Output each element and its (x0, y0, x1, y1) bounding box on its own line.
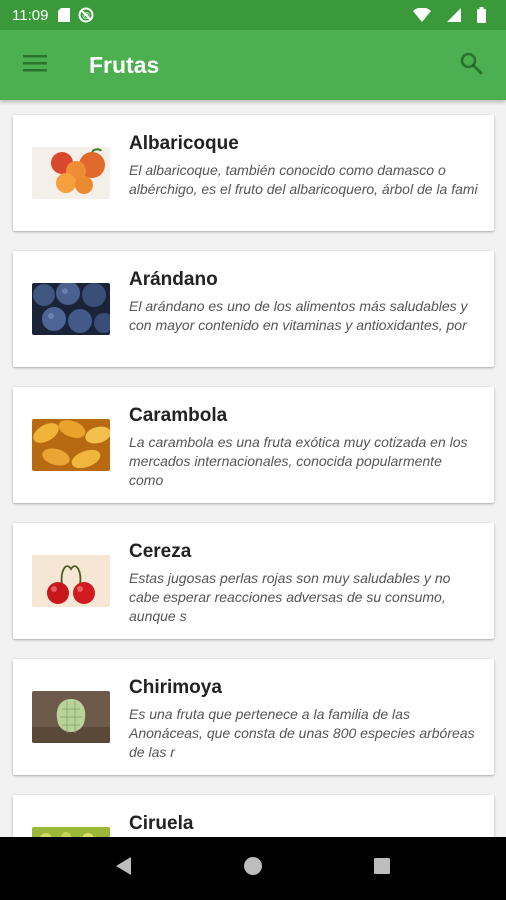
app-bar: Frutas (0, 30, 506, 100)
fruit-description: El arándano es uno de los alimentos más … (129, 298, 468, 333)
fruit-description: La carambola es una fruta exótica muy co… (129, 434, 468, 488)
fruit-description: Es una fruta que pertenece a la familia … (129, 706, 475, 760)
back-icon[interactable] (113, 855, 135, 882)
fruit-name: Arándano (129, 269, 218, 290)
fruit-card-ciruela[interactable]: Ciruela (13, 795, 494, 837)
fruit-description: Estas jugosas perlas rojas son muy salud… (129, 570, 451, 624)
fruit-card-chirimoya[interactable]: Chirimoya Es una fruta que pertenece a l… (13, 659, 494, 775)
hamburger-menu-icon (23, 54, 47, 77)
svg-text:@: @ (82, 11, 90, 20)
fruit-description: El albaricoque, también conocido como da… (129, 162, 478, 197)
fruit-list[interactable]: Albaricoque El albaricoque, también cono… (0, 100, 506, 837)
blueberries-image (32, 283, 110, 335)
search-icon (459, 51, 483, 80)
signal-icon (447, 8, 461, 22)
fruit-name: Albaricoque (129, 133, 239, 154)
fruit-card-albaricoque[interactable]: Albaricoque El albaricoque, también cono… (13, 115, 494, 231)
do-not-disturb-icon: @ (78, 7, 94, 23)
fruit-card-carambola[interactable]: Carambola La carambola es una fruta exót… (13, 387, 494, 503)
cherimoya-image (32, 691, 110, 743)
cherries-image (32, 555, 110, 607)
apricots-image (32, 147, 110, 199)
fruit-card-arandano[interactable]: Arándano El arándano es uno de los alime… (13, 251, 494, 367)
status-bar: 11:09 @ (0, 0, 506, 30)
starfruit-image (32, 419, 110, 471)
fruit-name: Cereza (129, 541, 192, 562)
fruit-card-cereza[interactable]: Cereza Estas jugosas perlas rojas son mu… (13, 523, 494, 639)
status-time: 11:09 (12, 6, 49, 24)
menu-button[interactable] (0, 30, 70, 100)
plums-image (32, 827, 110, 837)
wifi-icon (413, 8, 431, 22)
sd-card-icon (58, 8, 71, 22)
fruit-name: Ciruela (129, 813, 194, 834)
battery-icon (477, 7, 486, 23)
page-title: Frutas (89, 51, 160, 78)
fruit-name: Chirimoya (129, 677, 222, 698)
fruit-name: Carambola (129, 405, 228, 426)
system-nav-bar (0, 837, 506, 900)
home-icon[interactable] (242, 855, 264, 882)
search-button[interactable] (436, 30, 506, 100)
recents-icon[interactable] (371, 855, 393, 882)
